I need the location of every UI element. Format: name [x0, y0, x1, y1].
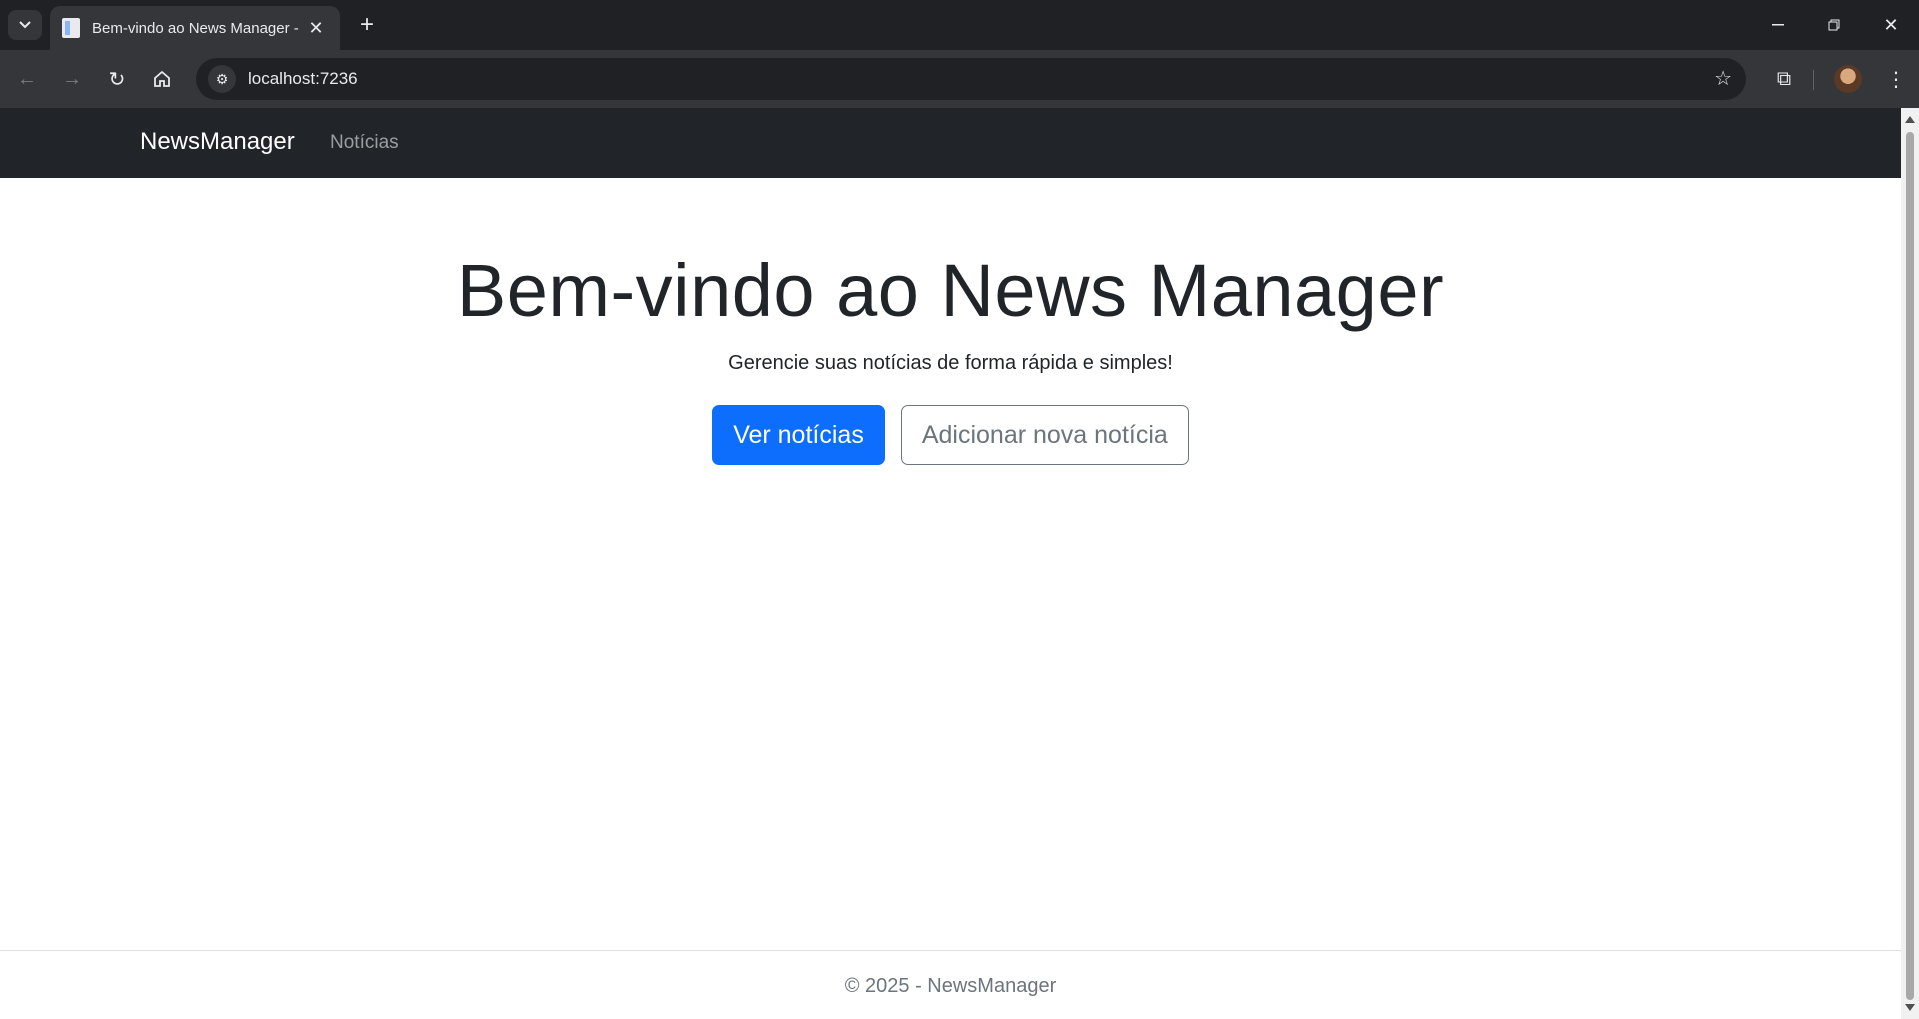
navbar-brand[interactable]: NewsManager: [140, 128, 295, 156]
arrow-right-icon: →: [62, 67, 82, 90]
browser-tab-bar: Bem-vindo ao News Manager - ✕ + ✕: [0, 0, 1919, 50]
minimize-window-button[interactable]: [1758, 10, 1798, 40]
arrow-left-icon: ←: [17, 67, 37, 90]
reload-icon: ↻: [108, 68, 126, 91]
hero-section: Bem-vindo ao News Manager Gerencie suas …: [0, 246, 1901, 465]
browser-tab[interactable]: Bem-vindo ao News Manager - ✕: [50, 6, 340, 50]
scrollbar-thumb[interactable]: [1906, 132, 1914, 1000]
site-navbar: NewsManager Notícias: [0, 108, 1901, 178]
chevron-down-icon: [19, 21, 31, 29]
browser-toolbar: ← → ↻ ⚙ localhost:7236 ☆ ⧉ ⋮: [0, 50, 1919, 108]
tab-title: Bem-vindo ao News Manager -: [92, 19, 299, 37]
reload-button[interactable]: ↻: [101, 63, 133, 95]
close-tab-icon[interactable]: ✕: [304, 18, 328, 39]
page-subtitle: Gerencie suas notícias de forma rápida e…: [728, 352, 1173, 374]
page-viewport: NewsManager Notícias Bem-vindo ao News M…: [0, 108, 1901, 1019]
back-button[interactable]: ←: [11, 63, 43, 95]
url-text[interactable]: localhost:7236: [248, 69, 358, 89]
page-title: Bem-vindo ao News Manager: [456, 249, 1445, 332]
page-scrollbar[interactable]: [1901, 108, 1919, 1019]
home-icon: [154, 70, 170, 87]
toolbar-divider: [1813, 70, 1814, 90]
scroll-up-arrow-icon[interactable]: [1905, 116, 1915, 123]
bookmark-star-icon[interactable]: ☆: [1714, 66, 1732, 91]
extensions-icon[interactable]: ⧉: [1768, 63, 1800, 95]
close-window-button[interactable]: ✕: [1871, 10, 1911, 40]
site-info-icon[interactable]: ⚙: [208, 65, 236, 93]
restore-window-button[interactable]: [1814, 10, 1854, 40]
page-favicon-icon: [62, 18, 80, 38]
scroll-down-arrow-icon[interactable]: [1905, 1004, 1915, 1011]
footer-copyright: © 2025 - NewsManager: [844, 975, 1057, 997]
address-bar[interactable]: ⚙ localhost:7236 ☆: [196, 58, 1746, 100]
home-button[interactable]: [146, 63, 178, 95]
new-tab-button[interactable]: +: [352, 10, 382, 40]
view-news-button[interactable]: Ver notícias: [712, 405, 885, 465]
close-icon: ✕: [1883, 14, 1899, 35]
restore-icon: [1828, 19, 1840, 31]
forward-button[interactable]: →: [56, 63, 88, 95]
hero-actions: Ver notícias Adicionar nova notícia: [0, 405, 1901, 465]
nav-link-noticias[interactable]: Notícias: [330, 132, 399, 154]
add-news-button[interactable]: Adicionar nova notícia: [900, 405, 1189, 465]
browser-menu-icon[interactable]: ⋮: [1880, 63, 1912, 95]
page-footer: © 2025 - NewsManager: [0, 950, 1901, 1019]
profile-avatar[interactable]: [1834, 65, 1862, 93]
tab-search-button[interactable]: [8, 10, 42, 40]
minimize-icon: [1772, 24, 1784, 26]
